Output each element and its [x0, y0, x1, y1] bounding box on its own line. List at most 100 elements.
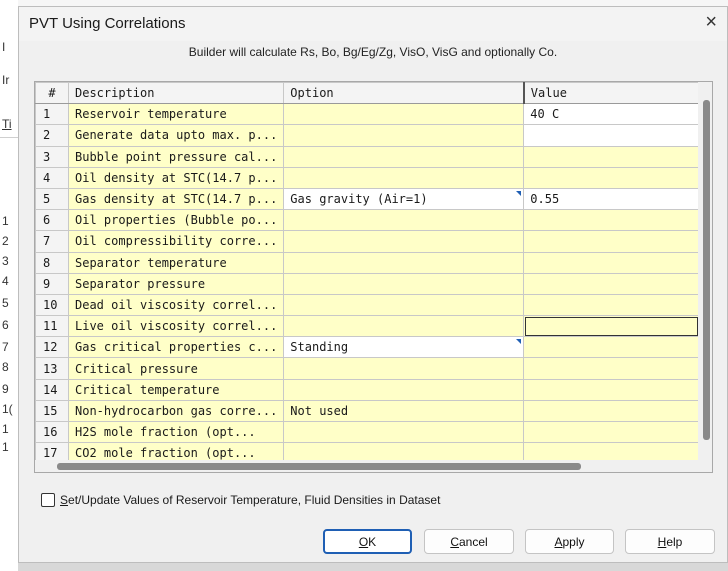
background-text: 6 [2, 318, 9, 332]
value-cell[interactable] [523, 166, 700, 189]
table-header-row: # Description Option Value [35, 82, 700, 105]
description-cell[interactable]: Separator pressure [67, 272, 285, 295]
row-number: 8 [35, 251, 69, 274]
option-cell[interactable] [283, 166, 525, 189]
option-dropdown-cell[interactable]: Standing [283, 336, 525, 359]
table-row[interactable]: 11 Live oil viscosity correl... [35, 315, 700, 338]
close-icon[interactable]: × [705, 12, 717, 32]
table-row[interactable]: 12 Gas critical properties c... Standing [35, 336, 700, 359]
option-cell[interactable]: Not used [283, 399, 525, 423]
description-cell[interactable]: Dead oil viscosity correl... [67, 293, 285, 317]
table-row[interactable]: 3 Bubble point pressure cal... [35, 145, 700, 168]
description-cell[interactable]: Bubble point pressure cal... [67, 145, 285, 168]
option-dropdown-cell[interactable]: Gas gravity (Air=1) [283, 187, 525, 211]
value-cell[interactable] [523, 420, 700, 444]
option-cell[interactable] [283, 145, 525, 168]
option-cell[interactable] [283, 124, 525, 147]
table-row[interactable]: 16 H2S mole fraction (opt... [35, 420, 700, 444]
dialog-subtitle: Builder will calculate Rs, Bo, Bg/Eg/Zg,… [188, 45, 558, 59]
help-mnemonic: H [657, 534, 667, 549]
column-header-option[interactable]: Option [283, 82, 525, 105]
dialog-titlebar: PVT Using Correlations × [19, 7, 727, 41]
table-row[interactable]: 1 Reservoir temperature 40 C [35, 103, 700, 126]
description-cell[interactable]: Gas critical properties c... [67, 336, 285, 359]
help-button[interactable]: Help [625, 529, 715, 554]
description-cell[interactable]: Non-hydrocarbon gas corre... [67, 399, 285, 423]
option-cell[interactable] [283, 251, 525, 274]
dialog-title: PVT Using Correlations [29, 15, 186, 32]
value-cell[interactable] [523, 145, 700, 168]
background-text: 1 [2, 422, 9, 436]
value-cell[interactable] [523, 272, 700, 295]
cancel-button[interactable]: Cancel [424, 529, 514, 554]
background-text: Ti [2, 117, 12, 131]
description-cell[interactable]: Reservoir temperature [67, 103, 285, 126]
option-cell[interactable] [283, 230, 525, 253]
description-cell[interactable]: Oil density at STC(14.7 p... [67, 166, 285, 189]
row-number: 14 [35, 378, 69, 401]
update-values-checkbox-row[interactable]: Set/Update Values of Reservoir Temperatu… [41, 493, 440, 507]
row-number: 9 [35, 272, 69, 295]
table-row[interactable]: 5 Gas density at STC(14.7 p... Gas gravi… [35, 187, 700, 211]
option-cell[interactable] [283, 103, 525, 126]
horizontal-scroll-thumb[interactable] [57, 463, 581, 470]
background-text: 7 [2, 340, 9, 354]
value-cell[interactable]: 0.55 [523, 187, 700, 211]
pvt-correlations-dialog: PVT Using Correlations × Builder will ca… [18, 6, 728, 563]
option-cell[interactable] [283, 378, 525, 401]
background-text: 5 [2, 296, 9, 310]
vertical-scrollbar[interactable] [698, 82, 712, 472]
option-cell[interactable] [283, 420, 525, 444]
description-cell[interactable]: Oil properties (Bubble po... [67, 209, 285, 232]
background-text: 3 [2, 254, 9, 268]
ok-button[interactable]: OK [323, 529, 412, 554]
table-row[interactable]: 2 Generate data upto max. p... [35, 124, 700, 147]
description-cell[interactable]: Gas density at STC(14.7 p... [67, 187, 285, 211]
value-cell[interactable] [523, 251, 700, 274]
option-value: Gas gravity (Air=1) [290, 192, 428, 207]
value-cell[interactable] [523, 336, 700, 359]
value-cell[interactable] [523, 378, 700, 401]
column-header-value[interactable]: Value [522, 82, 700, 105]
apply-button[interactable]: Apply [525, 529, 614, 554]
checkbox-label: Set/Update Values of Reservoir Temperatu… [60, 493, 440, 507]
description-cell[interactable]: Live oil viscosity correl... [67, 315, 285, 338]
description-cell[interactable]: Oil compressibility corre... [67, 230, 285, 253]
description-cell[interactable]: H2S mole fraction (opt... [67, 420, 285, 444]
description-cell[interactable]: Critical pressure [67, 357, 285, 380]
option-cell[interactable] [283, 272, 525, 295]
value-cell[interactable] [523, 399, 700, 423]
description-cell[interactable]: Separator temperature [67, 251, 285, 274]
value-cell[interactable]: 40 C [523, 103, 700, 126]
value-cell[interactable] [523, 293, 700, 317]
cancel-mnemonic: C [450, 534, 459, 549]
table-row[interactable]: 14 Critical temperature [35, 378, 700, 401]
value-cell[interactable] [523, 230, 700, 253]
value-cell[interactable] [523, 124, 700, 147]
option-cell[interactable] [283, 293, 525, 317]
column-header-number[interactable]: # [35, 82, 69, 105]
table-row[interactable]: 13 Critical pressure [35, 357, 700, 380]
table-row[interactable]: 10 Dead oil viscosity correl... [35, 293, 700, 317]
value-cell[interactable] [523, 209, 700, 232]
option-cell[interactable] [283, 209, 525, 232]
table-row[interactable]: 4 Oil density at STC(14.7 p... [35, 166, 700, 189]
selected-value-cell[interactable] [523, 315, 700, 338]
table-row[interactable]: 9 Separator pressure [35, 272, 700, 295]
description-cell[interactable]: Generate data upto max. p... [67, 124, 285, 147]
table-row[interactable]: 6 Oil properties (Bubble po... [35, 209, 700, 232]
row-number: 12 [35, 336, 69, 359]
option-cell[interactable] [283, 315, 525, 338]
option-cell[interactable] [283, 357, 525, 380]
description-cell[interactable]: Critical temperature [67, 378, 285, 401]
horizontal-scrollbar[interactable] [35, 460, 700, 472]
table-row[interactable]: 15 Non-hydrocarbon gas corre... Not used [35, 399, 700, 423]
table-row[interactable]: 8 Separator temperature [35, 251, 700, 274]
column-header-description[interactable]: Description [67, 82, 285, 105]
update-values-checkbox[interactable] [41, 493, 55, 507]
value-cell[interactable] [523, 357, 700, 380]
table-row[interactable]: 7 Oil compressibility corre... [35, 230, 700, 253]
row-number: 16 [35, 420, 69, 444]
parameters-grid[interactable]: # Description Option Value 1 Reservoir t… [34, 81, 713, 473]
vertical-scroll-thumb[interactable] [703, 100, 710, 440]
